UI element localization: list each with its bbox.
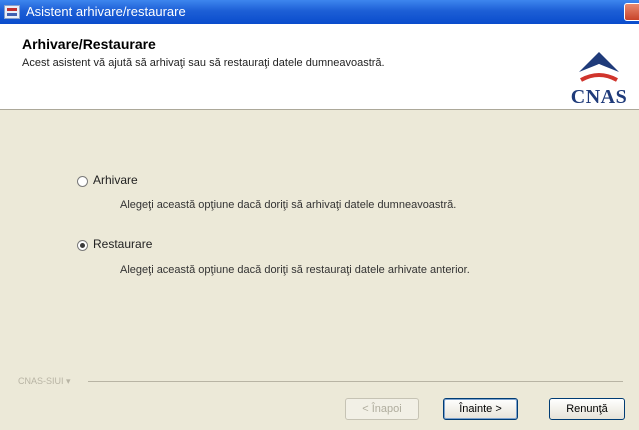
close-button[interactable]: [624, 3, 639, 21]
back-button[interactable]: < Înapoi: [345, 398, 419, 420]
wizard-window: Asistent arhivare/restaurare Arhivare/Re…: [0, 0, 639, 430]
option-label-arhivare[interactable]: Arhivare: [93, 173, 138, 187]
option-description-restaurare: Alegeţi această opţiune dacă doriţi să r…: [120, 264, 470, 276]
wizard-header: Arhivare/Restaurare Acest asistent vă aj…: [0, 24, 639, 110]
app-icon: [4, 5, 20, 19]
radio-arhivare[interactable]: [77, 176, 88, 187]
cancel-button[interactable]: Renunţă: [549, 398, 625, 420]
cnas-logo: CNAS: [568, 50, 630, 108]
window-title: Asistent arhivare/restaurare: [26, 4, 186, 19]
option-description-arhivare: Alegeţi această opţiune dacă doriţi să a…: [120, 199, 457, 211]
title-bar[interactable]: Asistent arhivare/restaurare: [0, 0, 639, 24]
page-title: Arhivare/Restaurare: [22, 36, 156, 52]
radio-restaurare[interactable]: [77, 240, 88, 251]
footer-divider: [88, 381, 623, 382]
page-subtitle: Acest asistent vă ajută să arhivaţi sau …: [22, 57, 385, 69]
logo-text: CNAS: [570, 86, 628, 108]
brand-label: CNAS-SIUI ▾: [18, 376, 71, 386]
option-label-restaurare[interactable]: Restaurare: [93, 237, 152, 251]
next-button[interactable]: Înainte >: [443, 398, 518, 420]
logo-emblem-icon: [579, 52, 619, 82]
